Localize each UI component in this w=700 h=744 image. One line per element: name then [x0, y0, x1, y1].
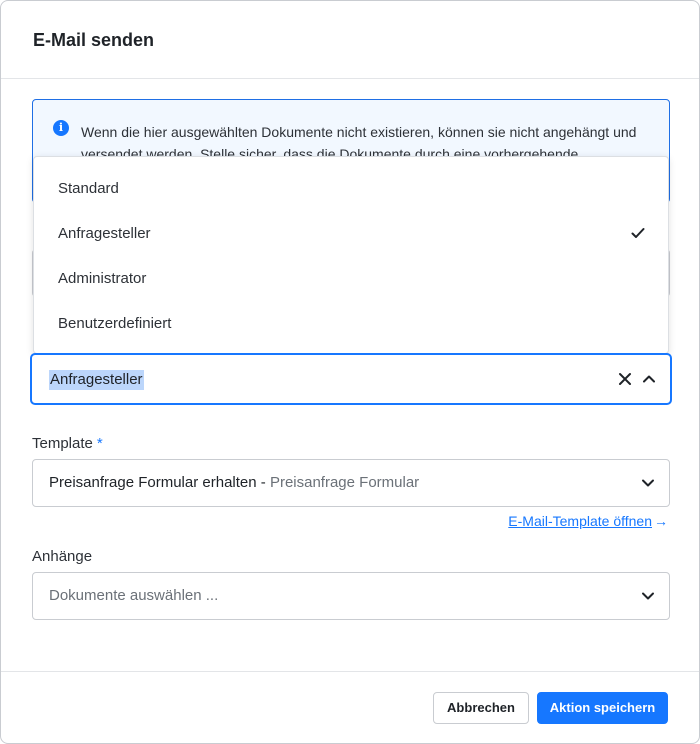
save-action-button[interactable]: Aktion speichern	[537, 692, 668, 724]
cancel-button[interactable]: Abbrechen	[433, 692, 529, 724]
template-value-main: Preisanfrage Formular erhalten -	[49, 474, 270, 491]
template-label-text: Template	[32, 435, 93, 452]
email-dialog: E-Mail senden i Wenn die hier ausgewählt…	[0, 0, 700, 744]
attachments-placeholder: Dokumente auswählen ...	[49, 587, 219, 604]
dropdown-option-label: Benutzerdefiniert	[58, 315, 172, 332]
dropdown-option-label: Anfragesteller	[58, 225, 151, 242]
dialog-title: E-Mail senden	[33, 30, 155, 50]
template-value-sub: Preisanfrage Formular	[269, 474, 420, 491]
dropdown-option-standard[interactable]: Standard	[34, 166, 668, 211]
chevron-down-icon[interactable]	[639, 474, 657, 492]
required-marker: *	[96, 435, 103, 452]
recipient-dropdown-menu: Standard Anfragesteller Administrator Be…	[33, 156, 669, 354]
attachments-label: Anhänge	[32, 548, 93, 565]
dialog-header: E-Mail senden	[1, 1, 699, 79]
dropdown-option-label: Standard	[58, 180, 119, 197]
check-icon	[631, 228, 645, 238]
dropdown-option-benutzerdefiniert[interactable]: Benutzerdefiniert	[34, 301, 668, 346]
info-icon: i	[53, 120, 69, 136]
recipient-select-value: Anfragesteller	[49, 370, 144, 390]
open-email-template-link[interactable]: E-Mail-Template öffnen →	[508, 513, 668, 529]
dropdown-option-anfragesteller[interactable]: Anfragesteller	[34, 211, 668, 256]
clear-icon[interactable]	[616, 370, 634, 388]
recipient-select[interactable]: Anfragesteller	[30, 353, 672, 405]
arrow-right-icon: →	[654, 513, 668, 529]
chevron-down-icon[interactable]	[639, 587, 657, 605]
open-template-link-text: E-Mail-Template öffnen	[508, 513, 652, 529]
template-label: Template *	[32, 435, 103, 452]
template-select[interactable]: Preisanfrage Formular erhalten - Preisan…	[32, 459, 670, 507]
template-select-value: Preisanfrage Formular erhalten - Preisan…	[49, 474, 419, 491]
dropdown-option-administrator[interactable]: Administrator	[34, 256, 668, 301]
chevron-up-icon[interactable]	[640, 370, 658, 388]
dropdown-option-label: Administrator	[58, 270, 147, 287]
attachments-select[interactable]: Dokumente auswählen ...	[32, 572, 670, 620]
